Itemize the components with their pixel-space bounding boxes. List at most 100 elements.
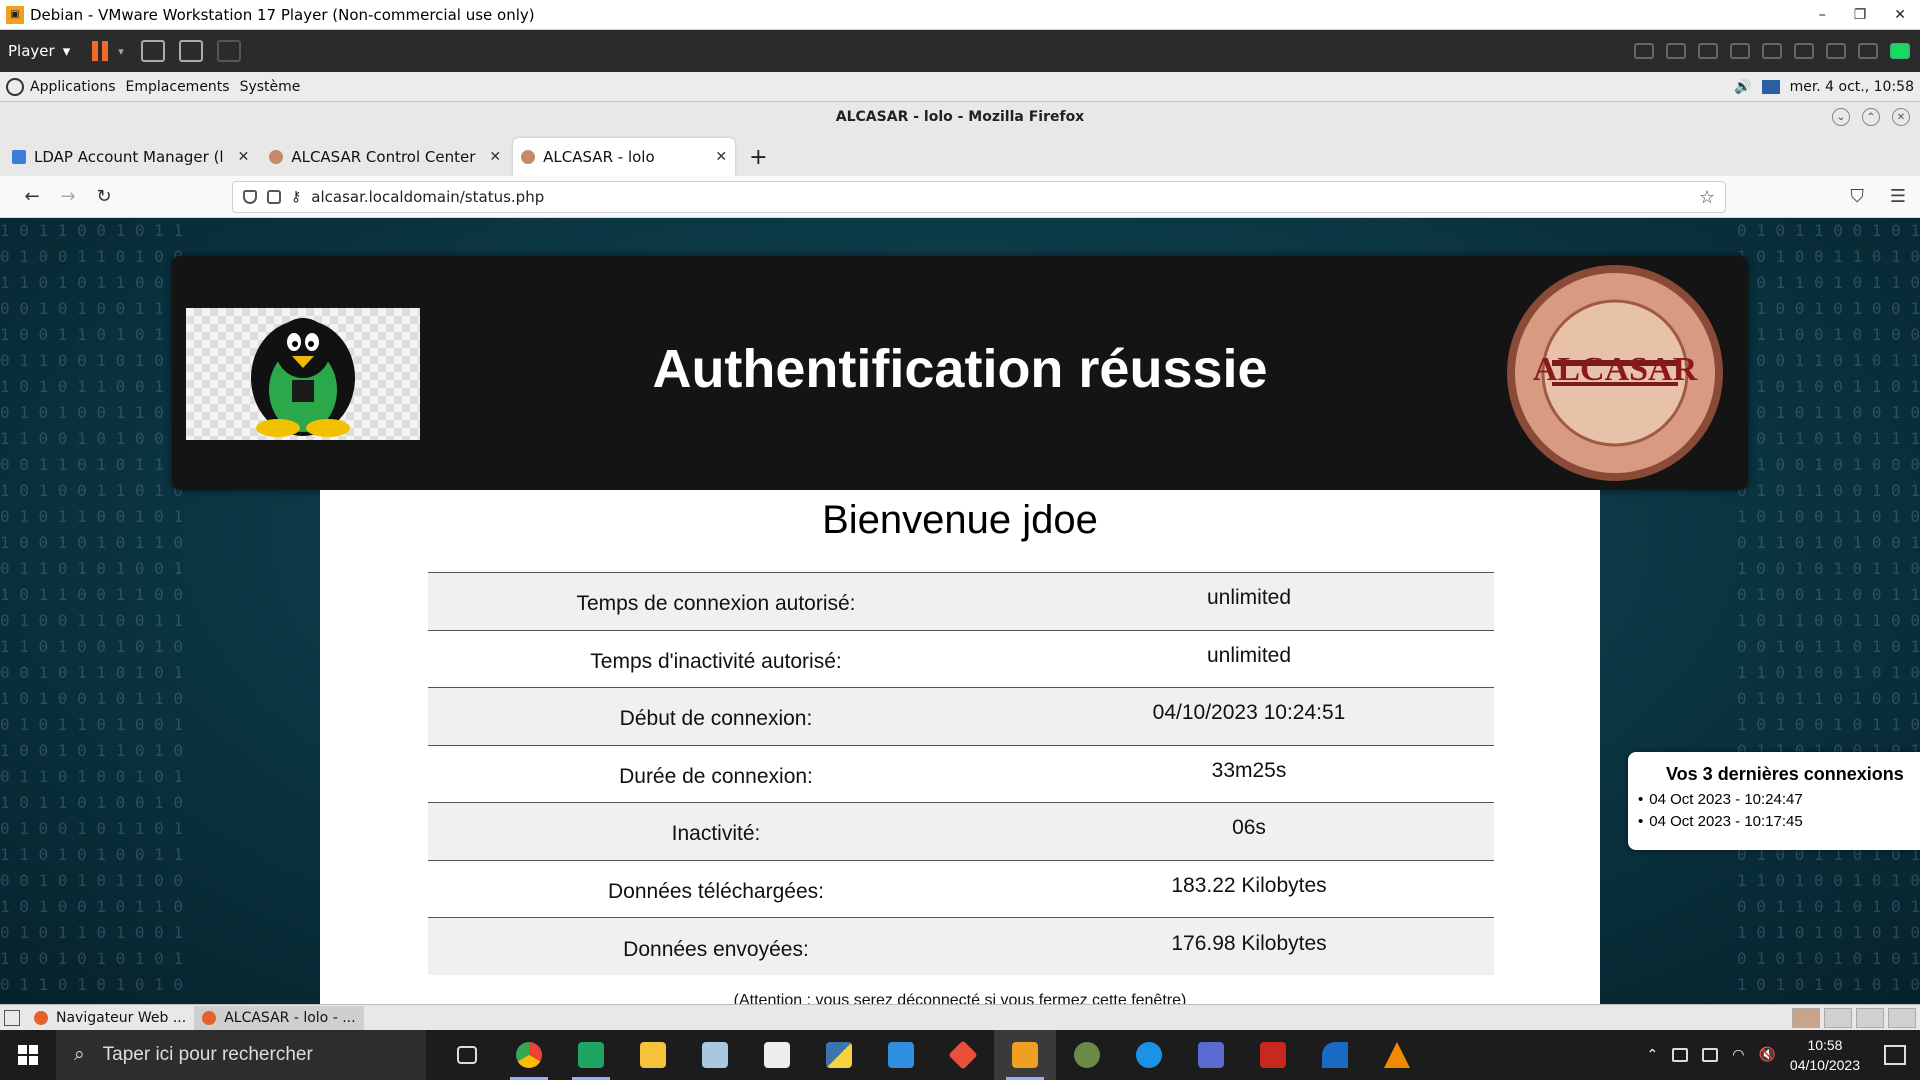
wireshark-icon[interactable]: [1304, 1030, 1366, 1080]
notes-icon[interactable]: [684, 1030, 746, 1080]
pocket-icon[interactable]: ⛉: [1850, 186, 1864, 207]
panel-clock-text: mer. 4 oct., 10:58: [1789, 78, 1914, 95]
show-desktop-icon[interactable]: [4, 1009, 20, 1026]
menu-systeme[interactable]: Système: [240, 79, 301, 95]
reload-icon[interactable]: ↻: [86, 186, 122, 207]
guest-top-panel: Applications Emplacements Système 🔊 mer.…: [0, 72, 1920, 102]
network-icon[interactable]: [1761, 79, 1780, 94]
close-tab-icon[interactable]: ✕: [489, 149, 501, 165]
chrome-icon[interactable]: [498, 1030, 560, 1080]
send-ctrl-alt-del-icon[interactable]: [140, 40, 165, 62]
pause-icon[interactable]: [92, 41, 112, 61]
message-icon[interactable]: [1890, 43, 1910, 59]
windows-logo-icon: [18, 1045, 38, 1065]
url-bar[interactable]: ⚷ alcasar.localdomain/status.php ☆: [232, 181, 1726, 213]
sound-icon[interactable]: [1794, 43, 1814, 59]
network-tool-icon[interactable]: [1180, 1030, 1242, 1080]
vmware-window-title: Debian - VMware Workstation 17 Player (N…: [30, 5, 535, 24]
shield-icon[interactable]: [243, 190, 257, 204]
cd-drive-icon[interactable]: [1698, 43, 1718, 59]
ff-minimize-icon[interactable]: ⌄: [1832, 108, 1850, 126]
workspace-switcher[interactable]: [1792, 1007, 1920, 1028]
workspace-2[interactable]: [1824, 1007, 1852, 1028]
workspace-4[interactable]: [1888, 1007, 1916, 1028]
python-icon[interactable]: [808, 1030, 870, 1080]
vlc-icon[interactable]: [1366, 1030, 1428, 1080]
mute-icon[interactable]: 🔇: [1758, 1047, 1775, 1063]
linux-tool-icon[interactable]: [1056, 1030, 1118, 1080]
git-icon[interactable]: [932, 1030, 994, 1080]
close-tab-icon[interactable]: ✕: [238, 149, 250, 165]
usb-icon[interactable]: [1858, 43, 1878, 59]
page-background: 1 0 1 1 0 0 1 0 1 1 0 1 0 0 1 1 0 1 0 0 …: [0, 218, 1920, 1004]
unity-icon[interactable]: [216, 40, 241, 62]
vmware-title-bar: ▣ Debian - VMware Workstation 17 Player …: [0, 0, 1920, 30]
tab-alcasar-control-center[interactable]: ALCASAR Control Center ✕: [261, 138, 509, 176]
volume-icon[interactable]: 🔊: [1734, 79, 1751, 95]
player-menu-label: Player: [8, 42, 55, 60]
chevron-down-icon: ▾: [62, 42, 71, 60]
network-device-icon[interactable]: [1634, 43, 1654, 59]
task-navigateur[interactable]: Navigateur Web ...: [26, 1006, 194, 1030]
docker-icon[interactable]: [1118, 1030, 1180, 1080]
taskbar-clock[interactable]: 10:58 04/10/2023: [1790, 1035, 1860, 1075]
taskbar-search[interactable]: ⌕ Taper ici pour rechercher: [56, 1030, 426, 1080]
menu-icon[interactable]: ☰: [1890, 186, 1906, 207]
google-chat-icon[interactable]: [560, 1030, 622, 1080]
workspace-3[interactable]: [1856, 1007, 1884, 1028]
back-icon[interactable]: ←: [14, 186, 50, 207]
task-alcasar[interactable]: ALCASAR - lolo - ...: [194, 1005, 364, 1030]
table-row: Durée de connexion: 33m25s: [428, 744, 1494, 803]
workspace-1[interactable]: [1792, 1007, 1820, 1028]
tab-label: LDAP Account Manager (l: [34, 148, 224, 166]
printer-icon[interactable]: [1762, 43, 1782, 59]
meet-icon[interactable]: [1672, 1048, 1689, 1062]
task-view-icon[interactable]: [436, 1030, 498, 1080]
menu-applications[interactable]: Applications: [30, 79, 116, 95]
close-button[interactable]: ✕: [1894, 7, 1906, 23]
network-adapter-icon[interactable]: [1730, 43, 1750, 59]
new-tab-icon[interactable]: +: [749, 138, 767, 176]
forward-icon[interactable]: →: [50, 186, 86, 207]
battery-icon[interactable]: [1702, 1048, 1719, 1062]
ff-maximize-icon[interactable]: ⌃: [1862, 108, 1880, 126]
chevron-up-icon[interactable]: ⌃: [1647, 1047, 1659, 1063]
row-label: Inactivité:: [428, 802, 1004, 860]
camera-icon[interactable]: [1826, 43, 1846, 59]
key-icon[interactable]: ⚷: [291, 189, 301, 205]
tab-alcasar-lolo[interactable]: ALCASAR - lolo ✕: [513, 138, 736, 176]
minimize-button[interactable]: –: [1819, 7, 1826, 23]
filezilla-icon[interactable]: [1242, 1030, 1304, 1080]
lock-icon[interactable]: [267, 190, 281, 204]
alcasar-favicon-icon: [269, 150, 284, 164]
search-icon: ⌕: [74, 1044, 85, 1065]
vmware-icon[interactable]: [994, 1030, 1056, 1080]
notifications-icon[interactable]: [1884, 1045, 1906, 1065]
bookmark-star-icon[interactable]: ☆: [1699, 187, 1715, 208]
hard-disk-icon[interactable]: [1666, 43, 1686, 59]
restore-button[interactable]: ❐: [1854, 7, 1867, 23]
vscode-icon[interactable]: [870, 1030, 932, 1080]
player-menu-button[interactable]: Player ▾: [8, 42, 70, 60]
chevron-down-icon[interactable]: ▾: [118, 45, 124, 58]
firefox-icon: [202, 1010, 217, 1025]
document-icon[interactable]: [746, 1030, 808, 1080]
tab-ldap[interactable]: LDAP Account Manager (l ✕: [4, 138, 257, 176]
window-controls: – ❐ ✕: [1819, 7, 1920, 23]
row-value: unlimited: [1004, 629, 1494, 688]
task-label: Navigateur Web ...: [56, 1009, 187, 1026]
guest-bottom-panel: Navigateur Web ... ALCASAR - lolo - ...: [0, 1004, 1920, 1030]
vmware-logo-icon: ▣: [6, 5, 24, 24]
firefox-window-title: ALCASAR - lolo - Mozilla Firefox: [835, 109, 1085, 125]
start-button[interactable]: [0, 1030, 56, 1080]
alcasar-seal-logo: ALCASAR: [1507, 265, 1723, 481]
close-tab-icon[interactable]: ✕: [715, 149, 727, 165]
fullscreen-icon[interactable]: [178, 40, 203, 62]
ff-close-icon[interactable]: ✕: [1892, 108, 1910, 126]
panel-clock[interactable]: 🔊 mer. 4 oct., 10:58: [1734, 79, 1920, 95]
wifi-icon[interactable]: ◠: [1732, 1047, 1744, 1063]
row-label: Durée de connexion:: [428, 744, 1004, 803]
menu-emplacements[interactable]: Emplacements: [126, 79, 230, 95]
file-explorer-icon[interactable]: [622, 1030, 684, 1080]
seal-text: ALCASAR: [1533, 351, 1698, 388]
